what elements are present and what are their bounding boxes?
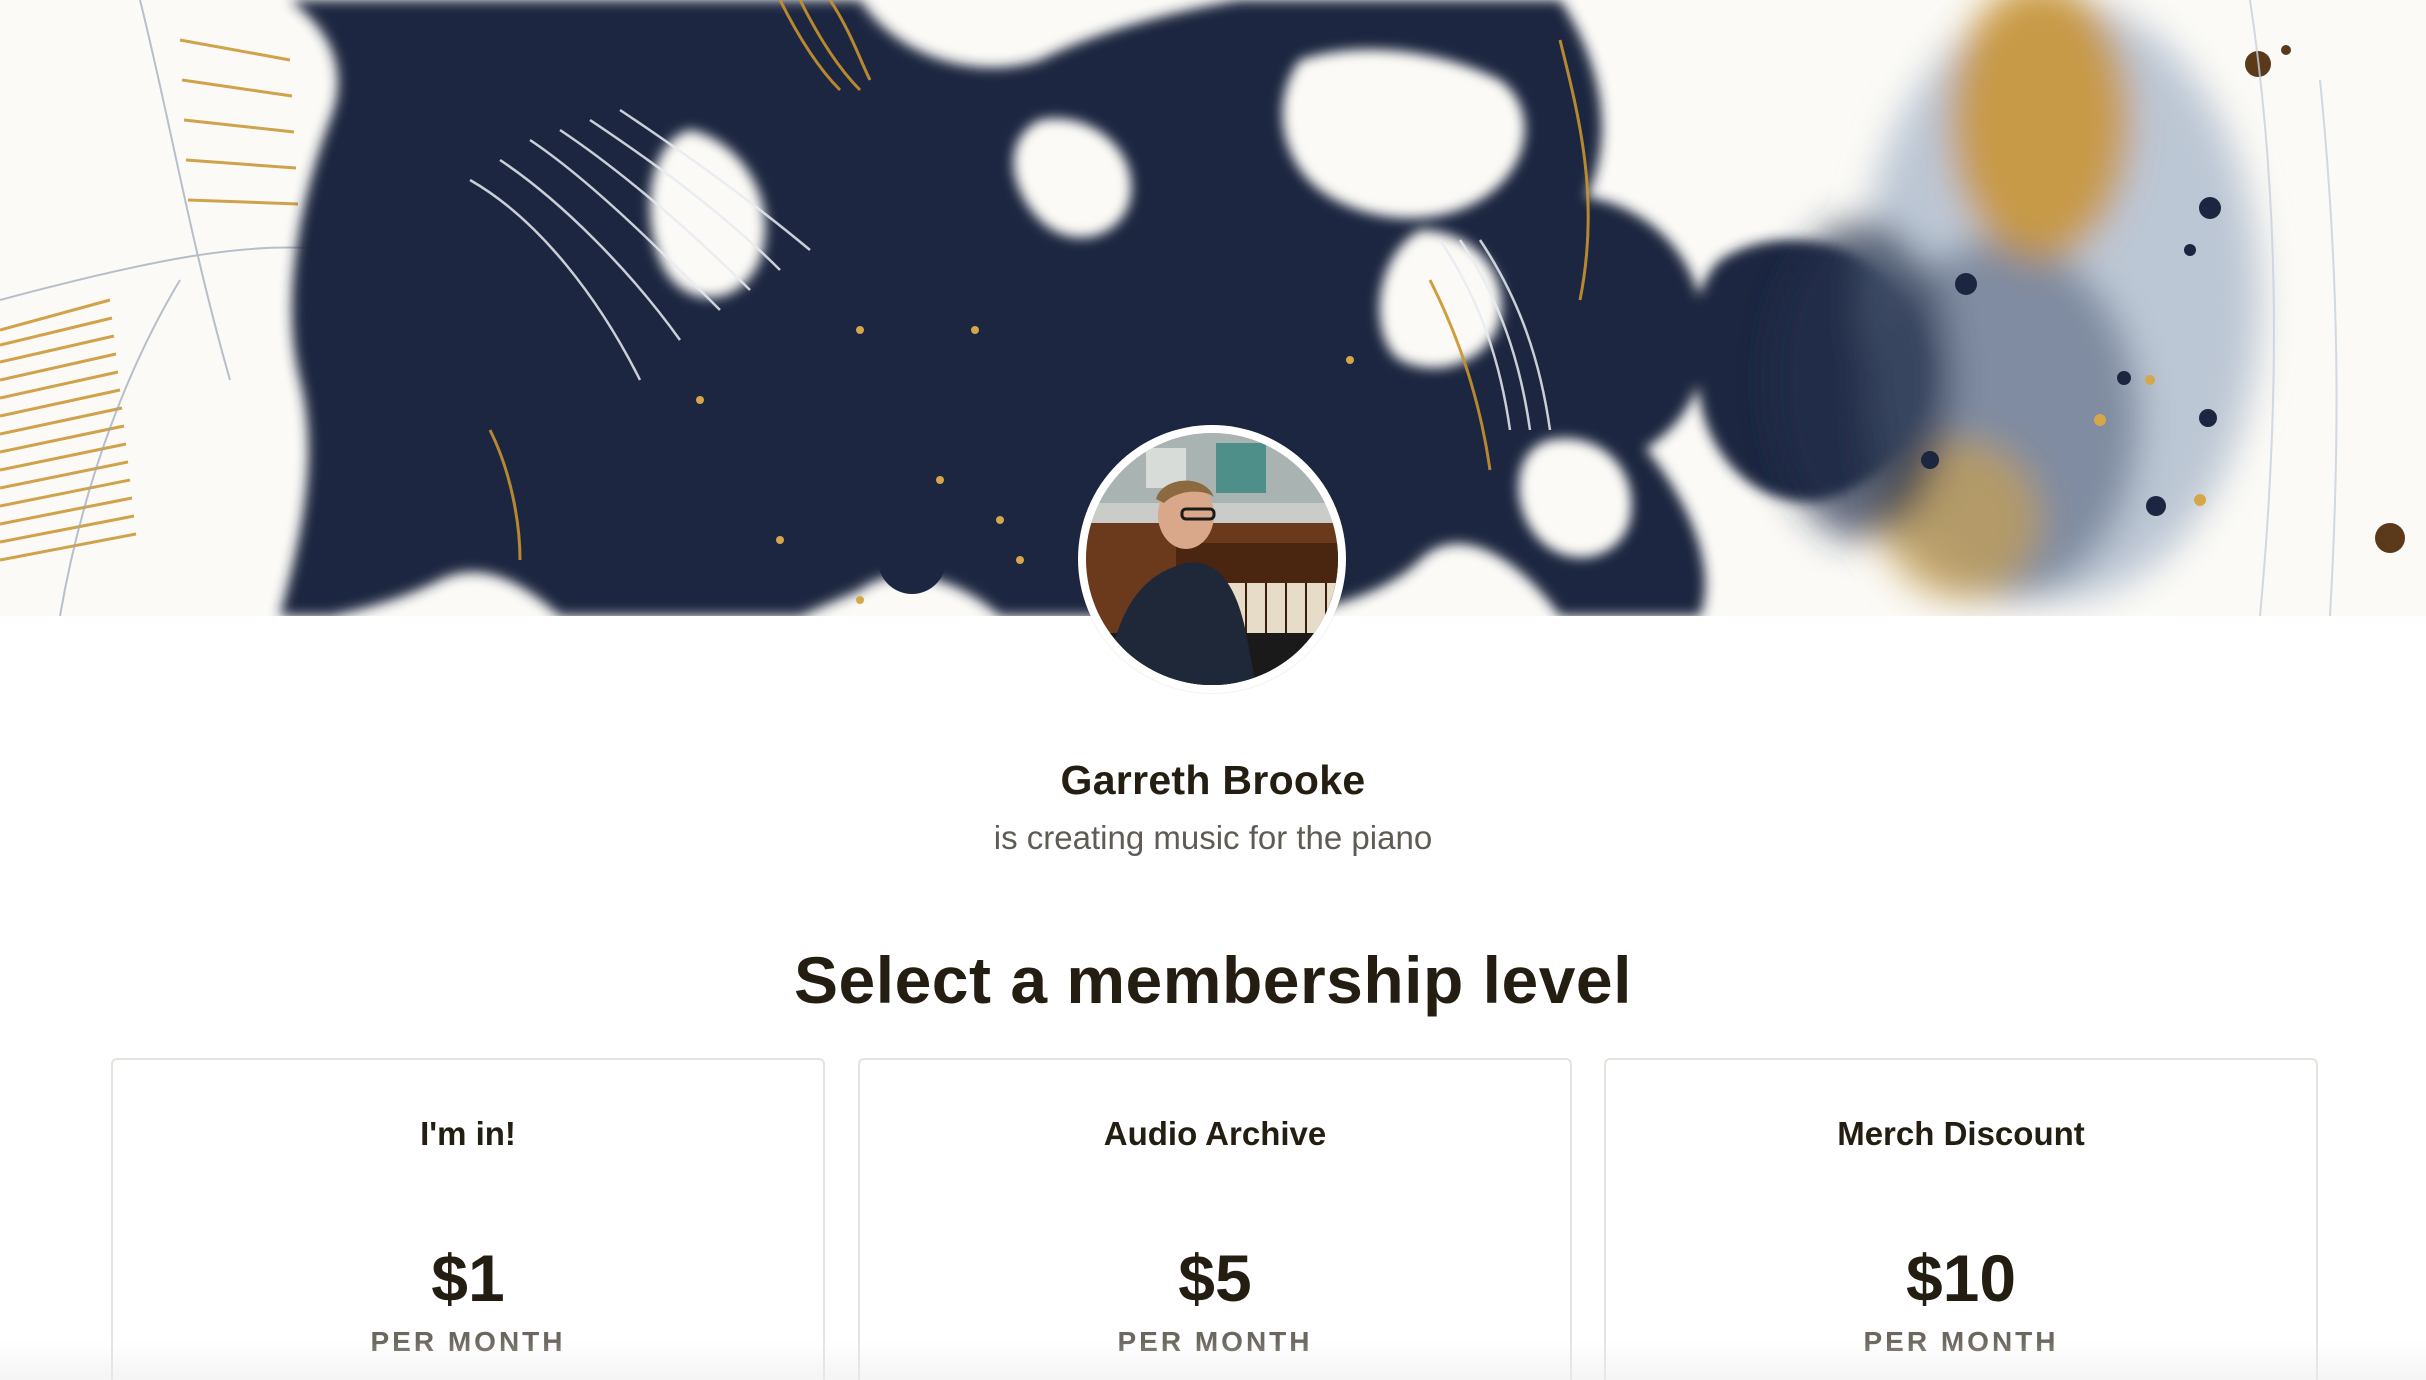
- creator-name[interactable]: Garreth Brooke: [0, 757, 2426, 804]
- creator-avatar[interactable]: [1078, 425, 1346, 693]
- tier-card-audio-archive[interactable]: Audio Archive $5 PER MONTH: [858, 1058, 1572, 1380]
- tier-period: PER MONTH: [1117, 1326, 1313, 1357]
- tier-card-im-in[interactable]: I'm in! $1 PER MONTH: [111, 1058, 825, 1380]
- page: Garreth Brooke is creating music for the…: [0, 0, 2426, 1380]
- tier-price: $5: [1178, 1241, 1252, 1315]
- tier-name: Audio Archive: [1103, 1115, 1327, 1152]
- tier-name: I'm in!: [420, 1115, 516, 1152]
- tier-price: $10: [1905, 1241, 2017, 1315]
- membership-section-title: Select a membership level: [794, 943, 1632, 1017]
- tier-period: PER MONTH: [1863, 1326, 2059, 1357]
- tier-price: $1: [431, 1241, 505, 1315]
- creator-tagline: is creating music for the piano: [993, 819, 1433, 856]
- tier-period: PER MONTH: [370, 1326, 566, 1357]
- tier-card-merch-discount[interactable]: Merch Discount $10 PER MONTH: [1604, 1058, 2318, 1380]
- tier-name: Merch Discount: [1837, 1115, 2085, 1152]
